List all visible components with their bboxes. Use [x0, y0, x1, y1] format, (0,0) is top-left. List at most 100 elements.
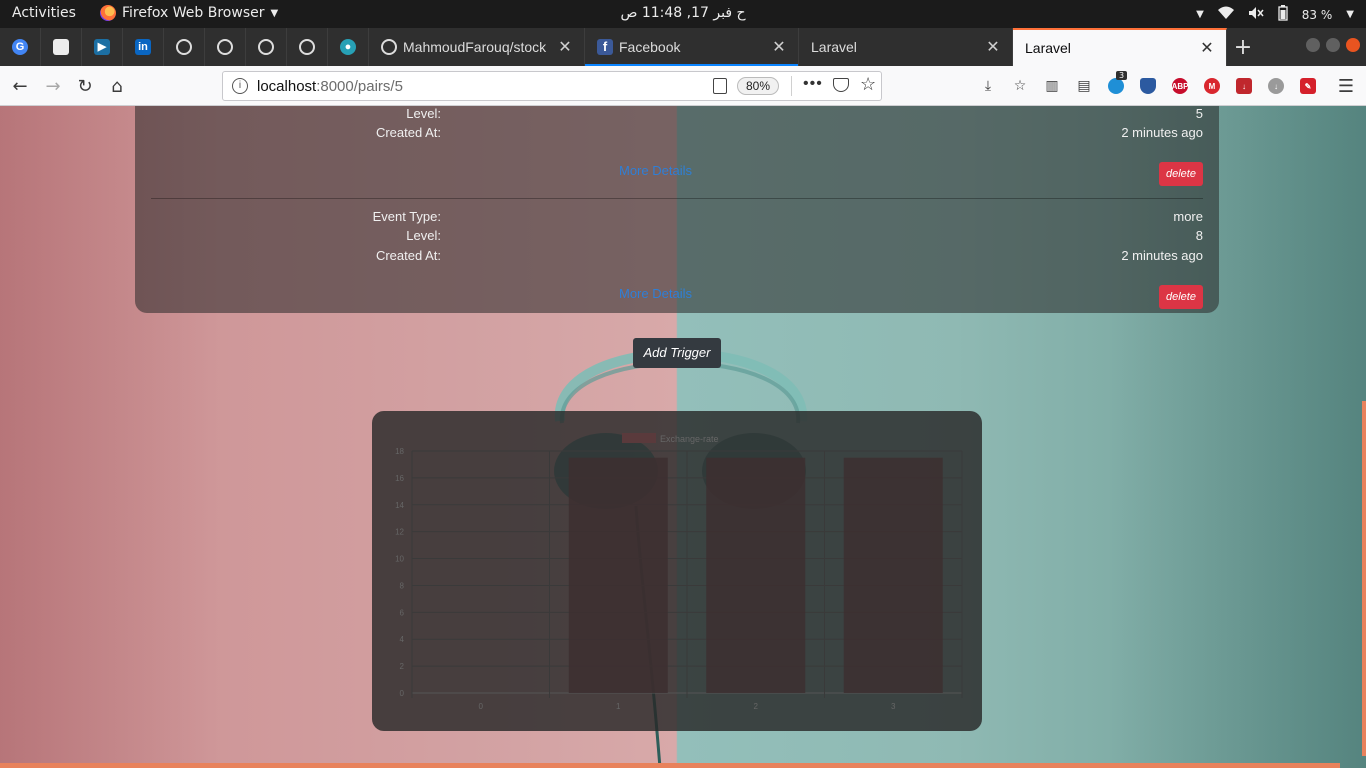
page-footer-bar	[0, 763, 1340, 768]
pinned-tab-linkedin[interactable]: in	[123, 28, 164, 66]
arrow-right-icon: →	[45, 75, 61, 97]
reload-button[interactable]: ↻	[73, 74, 97, 98]
close-window-button[interactable]	[1346, 38, 1360, 52]
minimize-button[interactable]	[1306, 38, 1320, 52]
github-icon	[258, 39, 274, 55]
bar-2[interactable]	[706, 457, 806, 693]
url-bar[interactable]: i localhost:8000/pairs/5 80% ••• ☆	[222, 71, 882, 101]
close-icon[interactable]: ✕	[772, 37, 786, 57]
divider	[791, 76, 792, 96]
library-icon[interactable]: ▥	[1042, 76, 1062, 96]
more-details-link[interactable]: More Details	[619, 286, 692, 301]
youtube-icon: ▶	[94, 39, 110, 55]
bookmark-star-icon[interactable]: ☆	[860, 74, 876, 95]
chevron-down-icon[interactable]: ▼	[1346, 9, 1354, 20]
mega-icon[interactable]: M	[1202, 76, 1222, 96]
system-tray[interactable]: ▼ 83 % ▼	[1196, 5, 1354, 24]
hamburger-menu-icon[interactable]: ☰	[1336, 76, 1356, 97]
y-tick-label: 4	[400, 635, 405, 644]
pinned-tab-github-2[interactable]	[205, 28, 246, 66]
close-icon[interactable]: ✕	[986, 37, 1000, 57]
event-value-created: 2 minutes ago	[1121, 125, 1203, 140]
event-label-level: Level:	[406, 106, 441, 121]
y-tick-label: 12	[395, 528, 404, 537]
y-tick-label: 6	[400, 608, 405, 617]
y-tick-label: 2	[400, 662, 405, 671]
pinned-tab-github-4[interactable]	[287, 28, 328, 66]
y-tick-label: 8	[400, 581, 405, 590]
sidebar-icon[interactable]: ▤	[1074, 76, 1094, 96]
pinned-tab-youtube[interactable]: ▶	[82, 28, 123, 66]
tab-facebook[interactable]: f Facebook ✕	[585, 28, 799, 66]
page-icon	[53, 39, 69, 55]
extension-bubble-icon[interactable]: 3	[1106, 71, 1128, 96]
system-top-bar: Activities Firefox Web Browser ▼ ح فبر 1…	[0, 0, 1366, 28]
legend-swatch	[622, 433, 656, 443]
new-tab-button[interactable]: +	[1232, 28, 1254, 66]
event-value-level: 5	[1195, 106, 1203, 121]
delete-button[interactable]: delete	[1159, 285, 1203, 309]
event-value-created: 2 minutes ago	[1121, 248, 1203, 263]
zoom-indicator[interactable]: 80%	[737, 77, 780, 95]
wifi-icon	[1217, 6, 1234, 23]
maximize-button[interactable]	[1326, 38, 1340, 52]
flash-icon[interactable]: ✎	[1298, 76, 1318, 96]
more-details-link[interactable]: More Details	[619, 163, 692, 178]
window-controls	[1306, 38, 1360, 52]
tab-github-repo[interactable]: MahmoudFarouq/stock ✕	[369, 28, 585, 66]
home-button[interactable]: ⌂	[105, 74, 129, 98]
pinned-tab-mask[interactable]: ●	[328, 28, 369, 66]
chevron-down-icon[interactable]: ▼	[1196, 9, 1204, 20]
pinned-tab-google[interactable]: G	[0, 28, 41, 66]
download-helper-icon[interactable]: ↓	[1266, 76, 1286, 96]
bar-3[interactable]	[843, 457, 943, 693]
clock[interactable]: ح فبر 17, 11:48 ص	[0, 5, 1366, 21]
back-button[interactable]: ←	[8, 74, 32, 98]
adblock-plus-icon[interactable]: ABP	[1170, 76, 1190, 96]
page-actions-icon[interactable]: •••	[803, 75, 823, 93]
y-tick-label: 10	[395, 555, 404, 564]
mega-logo-icon: M	[1204, 78, 1220, 94]
reader-view-icon[interactable]	[713, 78, 727, 94]
privacy-badger-icon[interactable]	[1138, 76, 1158, 96]
video-downloader-icon[interactable]: ↓	[1234, 76, 1254, 96]
close-icon[interactable]: ✕	[558, 37, 572, 57]
event-label-type: Event Type:	[372, 209, 441, 224]
downloads-icon[interactable]: ⤓	[978, 76, 998, 96]
mask-icon: ●	[340, 39, 356, 55]
tab-strip: G ▶ in ● MahmoudFarouq/stock ✕ f Faceboo…	[0, 28, 1366, 66]
x-tick-label: 1	[616, 702, 621, 711]
bar-1[interactable]	[568, 457, 668, 693]
forward-button[interactable]: →	[41, 74, 65, 98]
tab-laravel-1[interactable]: Laravel ✕	[799, 28, 1013, 66]
event-item: Event Type: more Level: 8 Created At: 2 …	[135, 199, 1219, 319]
pinned-tab-github-1[interactable]	[164, 28, 205, 66]
pinned-tab-github-3[interactable]	[246, 28, 287, 66]
abp-icon: ABP	[1172, 78, 1188, 94]
exchange-rate-chart: 024681012141618 0123 Exchange-rate	[395, 433, 963, 711]
event-value-level: 8	[1195, 228, 1203, 243]
tab-title: Laravel	[811, 39, 857, 55]
tab-laravel-active[interactable]: Laravel ✕	[1013, 28, 1227, 66]
pinned-tab-page[interactable]	[41, 28, 82, 66]
url-text[interactable]: localhost:8000/pairs/5	[257, 78, 403, 95]
battery-percent: 83 %	[1301, 7, 1333, 22]
x-tick-label: 2	[754, 702, 759, 711]
url-path: :8000/pairs/5	[316, 78, 403, 95]
home-icon: ⌂	[111, 75, 123, 97]
shield-icon	[1140, 78, 1156, 94]
lightning-icon: ✎	[1300, 78, 1316, 94]
delete-button[interactable]: delete	[1159, 162, 1203, 186]
github-icon	[381, 39, 397, 55]
add-trigger-button[interactable]: Add Trigger	[633, 338, 721, 368]
extension-badge: 3	[1116, 71, 1128, 80]
close-icon[interactable]: ✕	[1200, 38, 1214, 58]
event-label-level: Level:	[406, 228, 441, 243]
page-viewport: Level: 5 Created At: 2 minutes ago More …	[0, 106, 1366, 768]
bookmarks-star-icon[interactable]: ☆	[1010, 76, 1030, 96]
scrollbar[interactable]	[1362, 401, 1366, 756]
tab-title: Facebook	[619, 39, 681, 55]
google-icon: G	[12, 39, 28, 55]
pocket-icon[interactable]	[833, 78, 849, 92]
info-icon[interactable]: i	[232, 78, 248, 94]
